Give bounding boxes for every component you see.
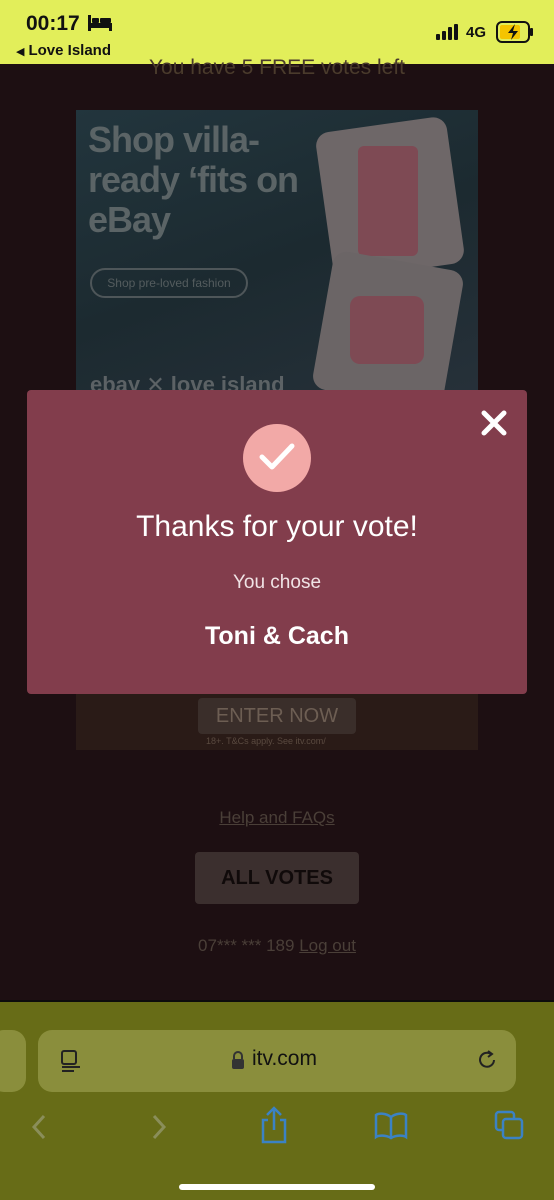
vote-confirmation-modal: Thanks for your vote! You chose Toni & C…	[27, 390, 527, 694]
url-text[interactable]: itv.com	[252, 1047, 317, 1071]
back-icon[interactable]	[28, 1112, 50, 1142]
clock: 00:17	[26, 12, 80, 35]
signal-icon	[436, 24, 458, 40]
bed-icon	[88, 15, 112, 31]
competition-ad-banner[interactable]: ENTER NOW 18+. T&Cs apply. See itv.com/	[76, 694, 478, 750]
free-votes-text: You have 5 FREE votes left	[148, 56, 406, 79]
tabs-icon[interactable]	[494, 1110, 524, 1140]
address-bar[interactable]: itv.com	[38, 1030, 516, 1092]
account-info: 07*** *** 189 Log out	[0, 936, 554, 956]
reader-icon[interactable]	[60, 1050, 82, 1072]
lock-icon	[232, 1051, 244, 1069]
chosen-couple: Toni & Cach	[205, 622, 349, 650]
pants-image	[358, 146, 418, 256]
reload-icon[interactable]	[476, 1049, 498, 1071]
home-indicator[interactable]	[179, 1184, 375, 1190]
ad-shop-button[interactable]: Shop pre-loved fashion	[90, 268, 248, 298]
ad-headline: Shop villa-ready ‘fits on eBay	[88, 119, 299, 240]
previous-tab[interactable]	[0, 1030, 26, 1092]
logout-link[interactable]: Log out	[299, 936, 356, 955]
ad-terms: 18+. T&Cs apply. See itv.com/	[206, 736, 326, 746]
account-number: 07*** *** 189	[198, 936, 295, 955]
browser-toolbar: itv.com	[0, 1002, 554, 1200]
close-icon[interactable]	[479, 408, 509, 438]
battery-charging-icon	[496, 21, 533, 43]
checkmark-icon	[259, 443, 295, 470]
ebay-ad-banner[interactable]: Shop villa-ready ‘fits on eBay Shop pre-…	[76, 110, 478, 410]
all-votes-button[interactable]: ALL VOTES	[195, 852, 359, 904]
share-icon[interactable]	[259, 1106, 289, 1144]
status-bar: 00:17 ◀ Love Island 4G	[0, 0, 554, 64]
modal-title: Thanks for your vote!	[136, 510, 418, 543]
success-badge	[243, 424, 311, 492]
enter-now-button[interactable]: ENTER NOW	[198, 698, 356, 734]
help-faqs-link[interactable]: Help and FAQs	[0, 808, 554, 828]
top-image	[350, 296, 424, 364]
modal-subtitle: You chose	[232, 572, 322, 593]
network-type: 4G	[466, 24, 487, 41]
bookmarks-icon[interactable]	[374, 1112, 408, 1140]
forward-icon[interactable]	[148, 1112, 170, 1142]
